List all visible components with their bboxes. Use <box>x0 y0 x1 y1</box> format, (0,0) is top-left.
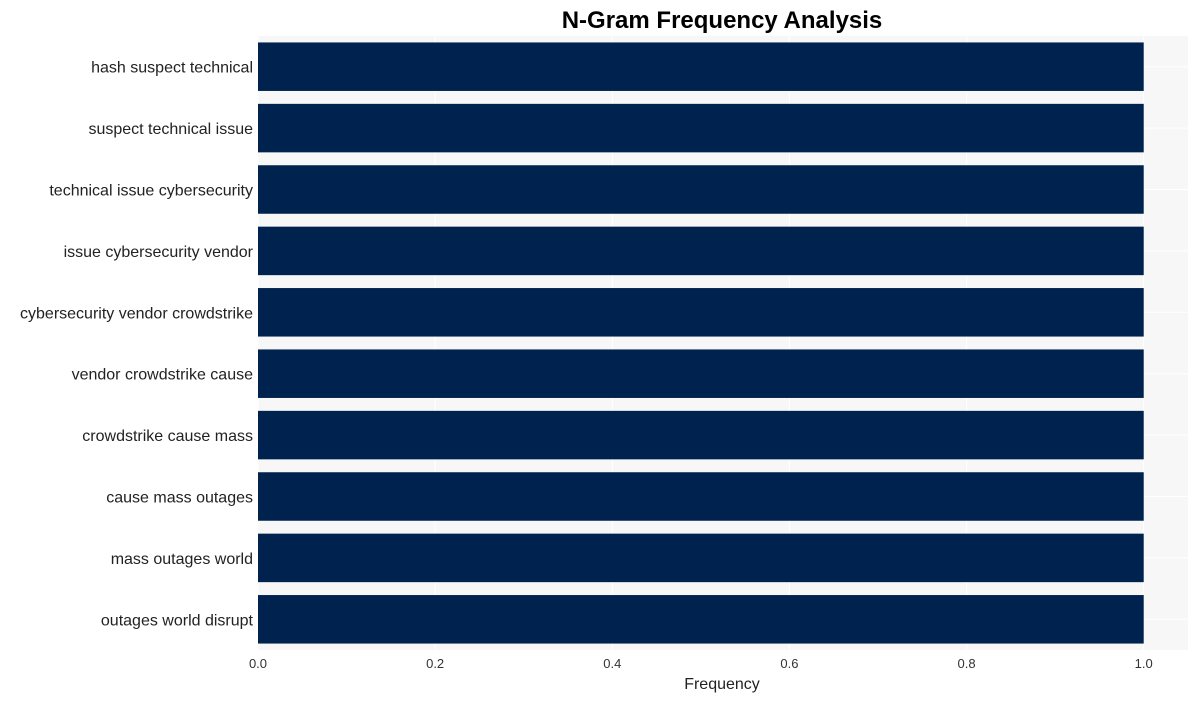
bar <box>258 595 1144 644</box>
y-tick-label: cybersecurity vendor crowdstrike <box>20 305 253 322</box>
bar <box>258 472 1144 521</box>
x-tick-labels: 0.0 0.2 0.4 0.6 0.8 1.0 <box>249 656 1153 671</box>
y-tick-label: hash suspect technical <box>91 60 253 77</box>
x-tick-label: 0.8 <box>958 656 976 671</box>
x-tick-label: 0.2 <box>426 656 444 671</box>
y-tick-label: suspect technical issue <box>88 121 253 138</box>
chart-title: N-Gram Frequency Analysis <box>562 7 883 34</box>
y-tick-label: technical issue cybersecurity <box>49 183 253 200</box>
y-tick-label: cause mass outages <box>106 490 253 507</box>
x-tick-label: 0.6 <box>780 656 798 671</box>
y-tick-label: issue cybersecurity vendor <box>64 244 254 261</box>
y-tick-label: mass outages world <box>111 551 253 568</box>
y-tick-labels: hash suspect technical suspect technical … <box>20 60 254 630</box>
y-tick-label: outages world disrupt <box>101 612 254 629</box>
bar <box>258 533 1144 583</box>
bar <box>258 42 1144 91</box>
y-tick-label: vendor crowdstrike cause <box>72 367 254 384</box>
x-tick-label: 1.0 <box>1135 656 1153 671</box>
x-axis-label: Frequency <box>684 676 760 693</box>
bar <box>258 410 1144 460</box>
x-tick-label: 0.0 <box>249 656 267 671</box>
ngram-bar-chart: hash suspect technical suspect technical … <box>20 7 1188 693</box>
bar <box>258 165 1144 214</box>
bar <box>258 226 1144 276</box>
bar <box>258 288 1144 337</box>
bar <box>258 103 1144 153</box>
y-tick-label: crowdstrike cause mass <box>82 428 253 445</box>
x-tick-label: 0.4 <box>603 656 621 671</box>
bar <box>258 349 1144 398</box>
